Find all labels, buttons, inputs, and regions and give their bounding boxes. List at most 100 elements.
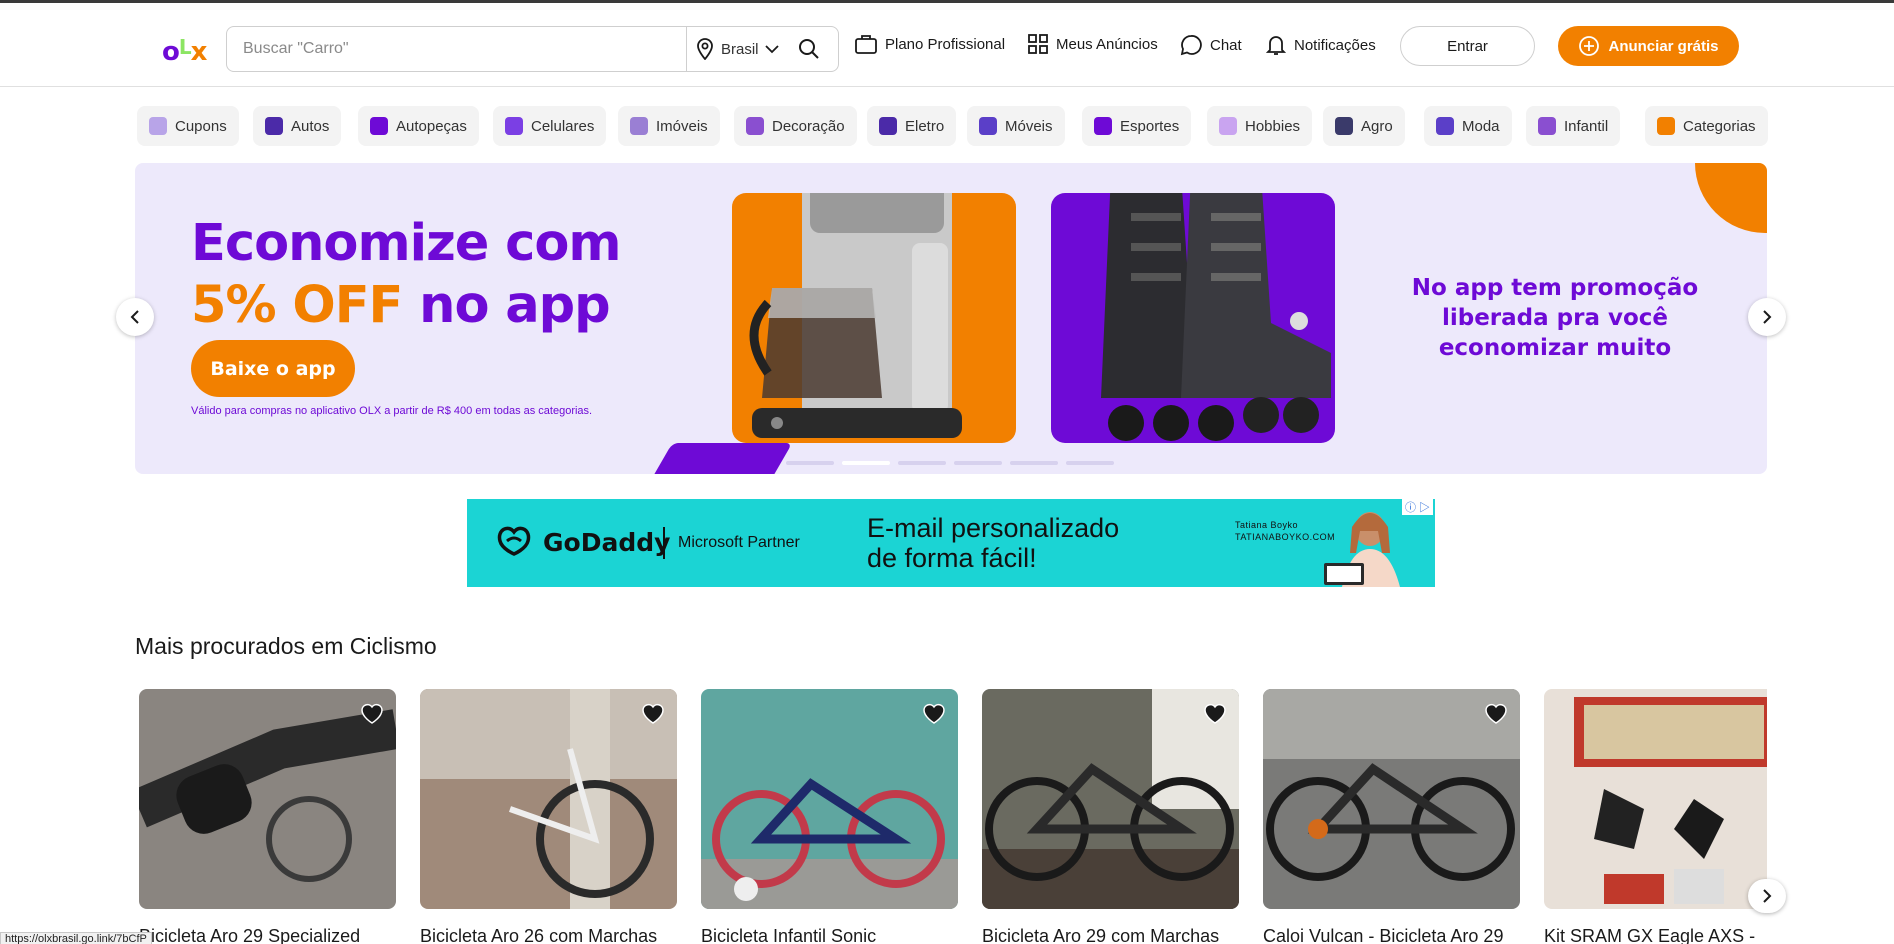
heart-icon[interactable] — [920, 699, 948, 727]
product-title[interactable]: Caloi Vulcan - Bicicleta Aro 29 — [1263, 926, 1520, 944]
carousel-dot[interactable] — [786, 461, 834, 465]
login-button[interactable]: Entrar — [1400, 26, 1535, 66]
category-label: Eletro — [905, 117, 945, 135]
product-title[interactable]: Bicicleta Infantil Sonic — [701, 926, 958, 944]
godaddy-logo: GoDaddy — [495, 526, 670, 558]
carousel-dot-active[interactable] — [842, 461, 890, 465]
logo-x: x — [190, 37, 208, 67]
godaddy-ad-banner[interactable]: GoDaddy Microsoft Partner E-mail persona… — [467, 499, 1435, 587]
product-card[interactable]: Bicicleta Aro 29 com Marchas — [982, 689, 1239, 944]
carousel-dot[interactable] — [898, 461, 946, 465]
nav-notificacoes[interactable]: Notificações — [1266, 34, 1376, 56]
product-image[interactable] — [982, 689, 1239, 909]
heart-icon[interactable] — [1201, 699, 1229, 727]
category-esportes[interactable]: Esportes — [1082, 106, 1192, 146]
lamp-icon — [746, 117, 764, 135]
orange-corner-shape — [1695, 163, 1767, 233]
hero-fine-print: Válido para compras no aplicativo OLX a … — [191, 405, 593, 417]
heart-icon[interactable] — [639, 699, 667, 727]
ad-tagline: E-mail personalizado de forma fácil! — [867, 513, 1119, 573]
category-hobbies[interactable]: Hobbies — [1207, 106, 1313, 146]
chat-bubble-icon — [1180, 35, 1202, 56]
category-label: Hobbies — [1245, 117, 1301, 135]
hero-banner[interactable]: Economize com 5% OFF no app Baixe o app … — [135, 163, 1767, 474]
category-categorias[interactable]: Categorias — [1645, 106, 1768, 146]
category-label: Autopeças — [396, 117, 467, 135]
location-selector[interactable]: Brasil — [687, 38, 787, 60]
category-celulares[interactable]: Celulares — [493, 106, 607, 146]
product-image[interactable] — [1544, 689, 1767, 909]
carousel-dot[interactable] — [1010, 461, 1058, 465]
nav-plano-profissional[interactable]: Plano Profissional — [855, 34, 1005, 54]
category-infantil[interactable]: Infantil — [1526, 106, 1621, 146]
product-card[interactable]: Bicicleta Aro 26 com Marchas — [420, 689, 677, 944]
hero-prev-button[interactable] — [116, 298, 154, 336]
grid-icon — [1028, 34, 1048, 54]
category-label: Categorias — [1683, 117, 1756, 135]
product-title[interactable]: Kit SRAM GX Eagle AXS - — [1544, 926, 1767, 944]
category-cupons[interactable]: Cupons — [137, 106, 239, 146]
category-agro[interactable]: Agro — [1323, 106, 1405, 146]
heart-icon[interactable] — [1482, 699, 1510, 727]
category-autos[interactable]: Autos — [253, 106, 342, 146]
hero-headline-line1: Economize com — [191, 214, 622, 273]
bell-icon — [1266, 36, 1286, 55]
post-ad-button[interactable]: Anunciar grátis — [1558, 26, 1739, 66]
nav-notificacoes-label: Notificações — [1294, 36, 1376, 54]
product-image[interactable] — [701, 689, 958, 909]
category-decoracao[interactable]: Decoração — [734, 106, 857, 146]
car-icon — [265, 117, 283, 135]
carousel-dot[interactable] — [954, 461, 1002, 465]
product-image[interactable] — [139, 689, 396, 909]
nav-meus-anuncios-label: Meus Anúncios — [1056, 35, 1158, 53]
house-icon — [630, 117, 648, 135]
product-card[interactable]: Bicicleta Infantil Sonic — [701, 689, 958, 944]
heart-icon[interactable] — [358, 699, 386, 727]
category-label: Móveis — [1005, 117, 1053, 135]
carousel-dot[interactable] — [1066, 461, 1114, 465]
logo-l: L — [178, 35, 192, 59]
hero-next-button[interactable] — [1748, 298, 1786, 336]
olx-logo[interactable]: oLx — [162, 32, 212, 67]
product-card[interactable]: Kit SRAM GX Eagle AXS - — [1544, 689, 1767, 944]
clothes-icon — [1436, 117, 1454, 135]
product-carousel: Bicicleta Aro 29 Specialized Bicicleta A… — [139, 689, 1767, 944]
search-icon — [799, 39, 819, 59]
search-input[interactable] — [227, 27, 687, 71]
product-image[interactable] — [420, 689, 677, 909]
chevron-right-icon — [1763, 310, 1772, 324]
search-button[interactable] — [787, 27, 831, 71]
coupon-icon — [149, 117, 167, 135]
product-title[interactable]: Bicicleta Aro 29 Specialized — [139, 926, 396, 944]
location-pin-icon — [697, 38, 713, 60]
adchoices-icon[interactable]: ⓘ ▷ — [1401, 499, 1433, 515]
category-eletro[interactable]: Eletro — [867, 106, 957, 146]
category-imoveis[interactable]: Imóveis — [618, 106, 720, 146]
ad-person-site: TATIANABOYKO.COM — [1235, 532, 1336, 542]
nav-chat[interactable]: Chat — [1180, 34, 1242, 56]
purple-wedge-shape — [637, 443, 793, 474]
status-bar-url: https://olxbrasil.go.link/7bCfP — [0, 932, 152, 944]
product-title[interactable]: Bicicleta Aro 29 com Marchas — [982, 926, 1239, 944]
carousel-next-button[interactable] — [1748, 879, 1786, 913]
post-ad-label: Anunciar grátis — [1608, 37, 1719, 55]
chevron-right-icon — [1763, 889, 1772, 903]
category-autopecas[interactable]: Autopeças — [358, 106, 479, 146]
chevron-left-icon — [130, 310, 139, 324]
category-moda[interactable]: Moda — [1424, 106, 1512, 146]
category-moveis[interactable]: Móveis — [967, 106, 1065, 146]
godaddy-brand: GoDaddy — [543, 527, 671, 557]
tractor-icon — [1335, 117, 1353, 135]
sofa-icon — [979, 117, 997, 135]
ad-person-illustration — [1324, 512, 1400, 587]
product-image[interactable] — [1263, 689, 1520, 909]
product-card[interactable]: Caloi Vulcan - Bicicleta Aro 29 — [1263, 689, 1520, 944]
nav-meus-anuncios[interactable]: Meus Anúncios — [1028, 34, 1158, 54]
product-card[interactable]: Bicicleta Aro 29 Specialized — [139, 689, 396, 944]
stroller-icon — [1538, 117, 1556, 135]
shapes-icon — [1657, 117, 1675, 135]
product-title[interactable]: Bicicleta Aro 26 com Marchas — [420, 926, 677, 944]
download-app-button[interactable]: Baixe o app — [191, 340, 355, 397]
location-label: Brasil — [721, 40, 759, 58]
guitar-icon — [1219, 117, 1237, 135]
